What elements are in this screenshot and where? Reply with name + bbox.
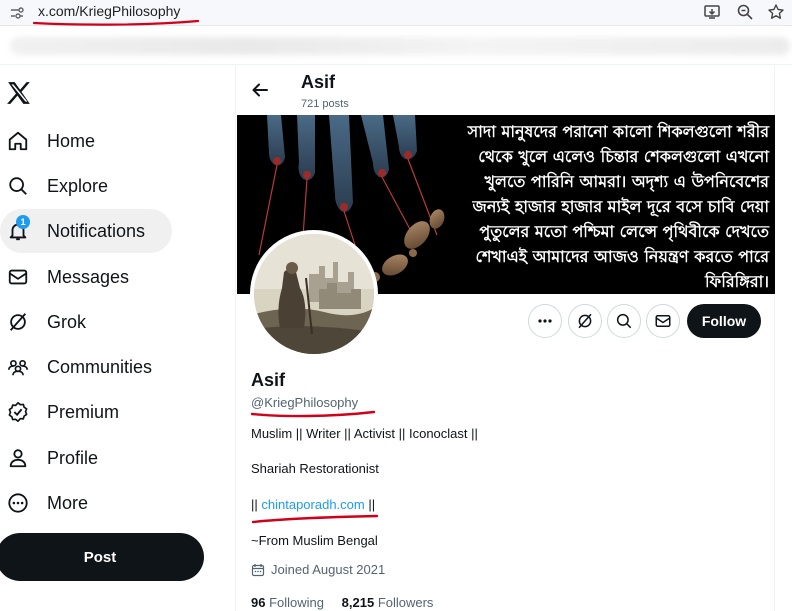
profile-name: Asif [251, 370, 286, 390]
sidebar-item-label: Messages [47, 266, 130, 287]
link-prefix: || [251, 497, 262, 512]
joined-date: Joined August 2021 [251, 562, 385, 577]
header-post-count: 721 posts [301, 98, 349, 110]
sidebar-item-premium[interactable]: Premium [0, 390, 119, 434]
sidebar-item-grok[interactable]: Grok [0, 300, 86, 344]
followers-label: Followers [377, 595, 434, 610]
more-circle-icon [6, 491, 30, 515]
bookmarks-bar [0, 27, 792, 65]
verified-icon [6, 400, 30, 424]
x-logo-icon[interactable] [6, 80, 32, 106]
more-options-button[interactable] [528, 304, 562, 338]
bell-icon: 1 [6, 215, 30, 243]
website-link[interactable]: chintaporadh.com [261, 497, 364, 512]
post-button[interactable]: Post [0, 533, 204, 581]
bio-line: ~From Muslim Bengal [251, 533, 378, 548]
browser-address-bar: x.com/KriegPhilosophy [0, 0, 792, 26]
site-settings-icon[interactable] [9, 5, 25, 21]
profile-column: Asif 721 posts সাদা মানুষদের পরানো কালো … [235, 66, 775, 611]
grok-icon [6, 310, 30, 334]
red-underline-annotation [32, 19, 200, 26]
bio-link-line: || chintaporadh.com || [251, 497, 375, 512]
sidebar-item-explore[interactable]: Explore [0, 164, 108, 208]
sidebar-item-label: Communities [47, 356, 153, 377]
message-button[interactable] [646, 304, 680, 338]
sidebar-item-label: Profile [47, 447, 99, 468]
sidebar-item-label: More [47, 492, 89, 513]
following-label: Following [269, 595, 325, 610]
sidebar-item-notifications[interactable]: 1 Notifications [0, 209, 172, 253]
header-name: Asif [301, 72, 336, 92]
envelope-icon [655, 315, 671, 327]
avatar-image [254, 234, 374, 354]
grok-profile-button[interactable] [568, 304, 602, 338]
envelope-icon [6, 265, 30, 289]
link-suffix: || [364, 497, 376, 512]
bio-line: Muslim || Writer || Activist || Iconocla… [251, 426, 478, 441]
search-profile-button[interactable] [607, 304, 641, 338]
sidebar: Home Explore 1 Notifications Messages Gr… [0, 66, 235, 611]
search-icon [6, 174, 30, 198]
home-icon [6, 129, 30, 153]
followers-count: 8,215 [341, 595, 375, 610]
bio-line: Shariah Restorationist [251, 461, 379, 476]
followers-link[interactable]: 8,215 Followers [342, 595, 434, 610]
avatar[interactable] [250, 230, 378, 358]
red-underline-annotation [251, 514, 379, 524]
sidebar-item-profile[interactable]: Profile [0, 436, 98, 480]
following-count: 96 [251, 595, 266, 610]
sidebar-item-label: Home [47, 130, 96, 151]
grok-icon [578, 313, 592, 329]
sidebar-item-messages[interactable]: Messages [0, 255, 129, 299]
sidebar-item-communities[interactable]: Communities [0, 345, 152, 389]
sidebar-item-label: Premium [47, 401, 120, 422]
bookmark-star-icon[interactable] [767, 3, 785, 21]
calendar-icon [251, 563, 265, 576]
banner-quote: সাদা মানুষদের পরানো কালো শিকলগুলো শরীর থ… [467, 122, 769, 291]
communities-icon [6, 355, 30, 379]
notification-badge: 1 [16, 215, 30, 229]
follow-stats: 96 Following 8,215 Followers [251, 595, 433, 610]
sidebar-item-label: Grok [47, 311, 87, 332]
red-underline-annotation [250, 410, 376, 418]
joined-text: Joined August 2021 [271, 562, 386, 577]
blurred-bookmarks [10, 37, 790, 55]
follow-button[interactable]: Follow [687, 304, 761, 338]
zoom-icon[interactable] [736, 3, 754, 21]
profile-handle: @KriegPhilosophy [251, 395, 359, 410]
sidebar-item-label: Notifications [47, 220, 146, 241]
install-app-icon[interactable] [703, 3, 721, 21]
back-arrow-icon[interactable] [250, 80, 270, 100]
sidebar-item-more[interactable]: More [0, 481, 88, 525]
following-link[interactable]: 96 Following [251, 595, 324, 610]
search-icon [616, 313, 632, 329]
person-icon [6, 446, 30, 470]
sidebar-item-home[interactable]: Home [0, 119, 95, 163]
sidebar-item-label: Explore [47, 175, 109, 196]
ellipsis-icon [538, 319, 552, 323]
